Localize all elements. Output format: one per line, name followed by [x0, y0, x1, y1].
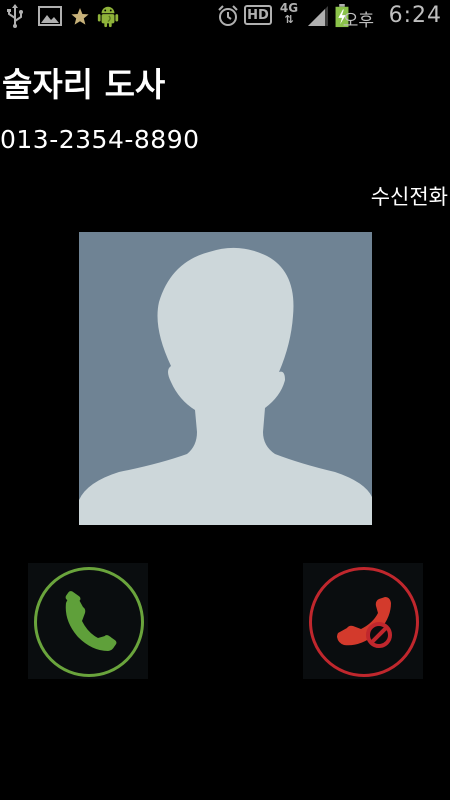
phone-accept-icon — [65, 591, 117, 651]
caller-number: 013-2354-8890 — [0, 125, 200, 154]
signal-icon — [308, 6, 328, 26]
star-icon — [71, 8, 89, 25]
hd-icon: HD — [244, 5, 272, 25]
decline-call-button[interactable] — [303, 563, 423, 679]
ampm-label: 오후 — [342, 11, 374, 31]
call-status-label: 수신전화 — [370, 185, 448, 209]
phone-decline-icon — [337, 597, 392, 648]
gallery-icon — [38, 6, 62, 26]
usb-icon — [7, 4, 23, 28]
hd-label: HD — [247, 8, 269, 23]
status-bar: HD 4G ⇅ 오후 6:24 — [0, 0, 450, 32]
caller-name: 술자리 도사 — [2, 65, 166, 104]
accept-call-button[interactable] — [28, 563, 148, 679]
alarm-icon — [218, 5, 238, 26]
network-4g-icon: 4G ⇅ — [279, 1, 299, 26]
default-contact-silhouette-icon — [79, 247, 372, 525]
contact-photo — [79, 232, 372, 525]
clock: 6:24 — [388, 3, 442, 28]
android-icon — [97, 6, 119, 28]
